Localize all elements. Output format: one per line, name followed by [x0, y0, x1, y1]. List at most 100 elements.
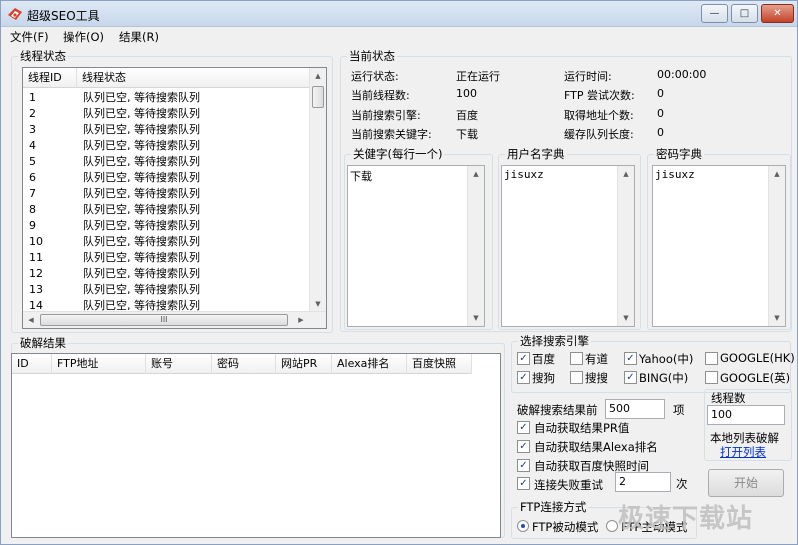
retry-input[interactable]: 2 [615, 472, 671, 492]
scroll-down-icon[interactable]: ▼ [618, 310, 634, 326]
thread-status-cell: 队列已空, 等待搜索队列 [83, 107, 200, 120]
start-button[interactable]: 开始 [708, 469, 784, 497]
cache-queue-label: 缓存队列长度: [564, 128, 634, 141]
minimize-button[interactable]: — [701, 4, 728, 23]
col-id[interactable]: ID [12, 354, 52, 374]
results-list[interactable]: ID FTP地址 账号 密码 网站PR Alexa排名 百度快照 [11, 353, 501, 538]
scroll-thumb[interactable] [312, 86, 324, 108]
thread-row[interactable]: 11 队列已空, 等待搜索队列 [23, 250, 311, 266]
open-list-link[interactable]: 打开列表 [720, 444, 766, 460]
keywords-textarea[interactable]: 下载 ▲ ▼ [347, 165, 485, 327]
thread-row[interactable]: 2 队列已空, 等待搜索队列 [23, 106, 311, 122]
thread-row[interactable]: 4 队列已空, 等待搜索队列 [23, 138, 311, 154]
thread-status-cell: 队列已空, 等待搜索队列 [83, 139, 200, 152]
scroll-right-icon[interactable]: ▶ [293, 312, 309, 328]
keywords-text: 下载 [350, 170, 372, 183]
option-checkbox[interactable]: ✓ [517, 421, 530, 434]
thread-row[interactable]: 8 队列已空, 等待搜索队列 [23, 202, 311, 218]
engine-label: BING(中) [639, 371, 689, 385]
thread-row[interactable]: 1 队列已空, 等待搜索队列 [23, 90, 311, 106]
usernames-vscroll[interactable]: ▲ ▼ [617, 166, 634, 326]
thread-id-cell: 8 [29, 203, 36, 216]
thread-id-cell: 10 [29, 235, 43, 248]
engine-checkbox[interactable] [570, 352, 583, 365]
usernames-textarea[interactable]: jisuxz ▲ ▼ [501, 165, 635, 327]
option-checkbox[interactable]: ✓ [517, 440, 530, 453]
thread-row[interactable]: 6 队列已空, 等待搜索队列 [23, 170, 311, 186]
thread-id-cell: 1 [29, 91, 36, 104]
col-alexa-rank[interactable]: Alexa排名 [332, 354, 407, 374]
thread-row[interactable]: 13 队列已空, 等待搜索队列 [23, 282, 311, 298]
thread-status-cell: 队列已空, 等待搜索队列 [83, 235, 200, 248]
thread-status-cell: 队列已空, 等待搜索队列 [83, 123, 200, 136]
results-count-input[interactable]: 500 [605, 399, 665, 419]
thread-status-title: 线程状态 [20, 49, 66, 63]
close-button[interactable]: ✕ [761, 4, 794, 23]
passwords-vscroll[interactable]: ▲ ▼ [768, 166, 785, 326]
thread-id-cell: 7 [29, 187, 36, 200]
scroll-down-icon[interactable]: ▼ [310, 296, 326, 312]
current-status-title: 当前状态 [349, 49, 395, 63]
menu-results[interactable]: 结果(R) [119, 29, 159, 45]
retry-unit: 次 [676, 477, 688, 491]
results-count-unit: 项 [673, 403, 685, 417]
thread-status-cell: 队列已空, 等待搜索队列 [83, 203, 200, 216]
thread-id-cell: 9 [29, 219, 36, 232]
run-state-value: 正在运行 [456, 70, 500, 83]
retry-checkbox[interactable]: ✓ [517, 477, 530, 490]
keyword-value: 下载 [456, 128, 478, 141]
ftp-active-radio[interactable] [606, 520, 618, 532]
engine-checkbox[interactable]: ✓ [517, 352, 530, 365]
hscroll-thumb[interactable]: III [40, 314, 288, 326]
scroll-up-icon[interactable]: ▲ [769, 166, 785, 182]
col-thread-status[interactable]: 线程状态 [77, 68, 311, 88]
app-window: 超级SEO工具 — □ ✕ 文件(F) 操作(O) 结果(R) 线程状态 线程I… [0, 0, 798, 545]
threads-input[interactable]: 100 [707, 405, 785, 425]
app-logo-icon [8, 8, 22, 20]
menu-file[interactable]: 文件(F) [10, 29, 49, 45]
ftp-tries-value: 0 [657, 87, 664, 100]
keywords-vscroll[interactable]: ▲ ▼ [467, 166, 484, 326]
engine-checkbox[interactable] [705, 352, 718, 365]
search-engine-label: 当前搜索引擎: [351, 109, 421, 122]
engine-checkbox[interactable]: ✓ [624, 371, 637, 384]
engine-label: GOOGLE(HK) [720, 351, 795, 365]
thread-row[interactable]: 7 队列已空, 等待搜索队列 [23, 186, 311, 202]
thread-count-value: 100 [456, 87, 477, 100]
scroll-up-icon[interactable]: ▲ [468, 166, 484, 182]
scroll-up-icon[interactable]: ▲ [618, 166, 634, 182]
ftp-passive-radio[interactable] [517, 520, 529, 532]
menu-operation[interactable]: 操作(O) [63, 29, 104, 45]
col-password[interactable]: 密码 [212, 354, 276, 374]
thread-row[interactable]: 5 队列已空, 等待搜索队列 [23, 154, 311, 170]
thread-status-cell: 队列已空, 等待搜索队列 [83, 155, 200, 168]
engine-checkbox[interactable] [570, 371, 583, 384]
col-thread-id[interactable]: 线程ID [23, 68, 77, 88]
thread-list-header: 线程ID 线程状态 [23, 68, 311, 88]
col-ftp-address[interactable]: FTP地址 [52, 354, 146, 374]
thread-status-cell: 队列已空, 等待搜索队列 [83, 171, 200, 184]
col-account[interactable]: 账号 [146, 354, 212, 374]
engine-checkbox[interactable] [705, 371, 718, 384]
maximize-button[interactable]: □ [731, 4, 758, 23]
col-baidu-snapshot[interactable]: 百度快照 [407, 354, 472, 374]
scroll-up-icon[interactable]: ▲ [310, 68, 326, 84]
thread-list-hscroll[interactable]: ◀ III ▶ [23, 311, 326, 328]
window-title: 超级SEO工具 [27, 9, 100, 23]
passwords-textarea[interactable]: jisuxz ▲ ▼ [652, 165, 786, 327]
thread-row[interactable]: 10 队列已空, 等待搜索队列 [23, 234, 311, 250]
engine-checkbox[interactable]: ✓ [624, 352, 637, 365]
scroll-left-icon[interactable]: ◀ [23, 312, 39, 328]
engine-checkbox[interactable]: ✓ [517, 371, 530, 384]
run-state-label: 运行状态: [351, 70, 399, 83]
scroll-down-icon[interactable]: ▼ [769, 310, 785, 326]
col-site-pr[interactable]: 网站PR [276, 354, 332, 374]
engine-label: 百度 [532, 352, 555, 366]
thread-row[interactable]: 3 队列已空, 等待搜索队列 [23, 122, 311, 138]
scroll-down-icon[interactable]: ▼ [468, 310, 484, 326]
option-checkbox[interactable]: ✓ [517, 459, 530, 472]
thread-status-list[interactable]: 线程ID 线程状态 1 队列已空, 等待搜索队列 2 队列已空, 等待搜索队列 3 队列已… [22, 67, 327, 329]
thread-list-vscroll[interactable]: ▲ ▼ [309, 68, 326, 312]
thread-row[interactable]: 9 队列已空, 等待搜索队列 [23, 218, 311, 234]
thread-row[interactable]: 12 队列已空, 等待搜索队列 [23, 266, 311, 282]
